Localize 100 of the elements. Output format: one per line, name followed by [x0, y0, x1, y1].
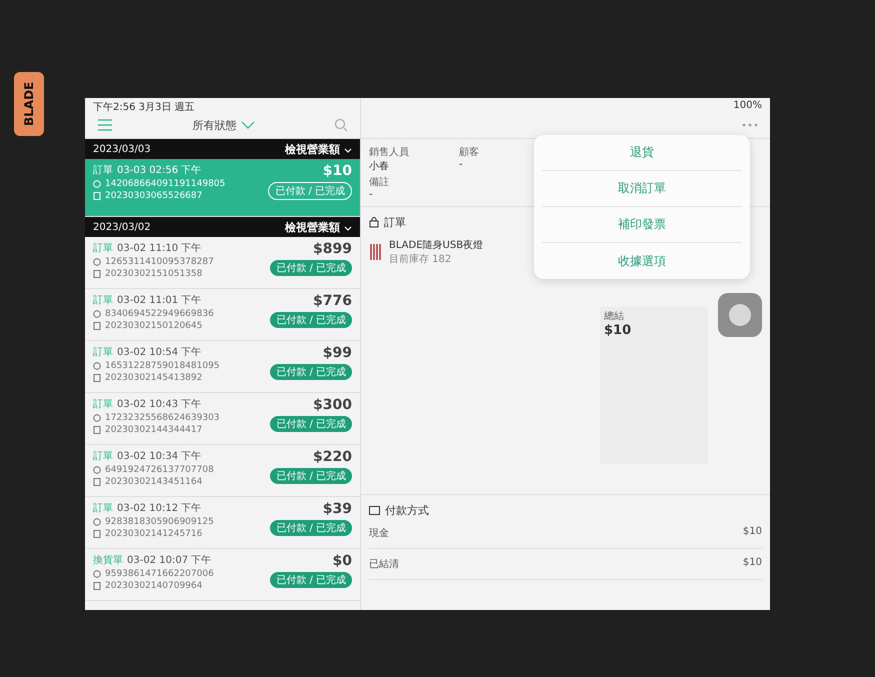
field-value: -	[459, 159, 464, 170]
id-icon	[93, 258, 101, 266]
receipt-icon	[93, 426, 101, 434]
invoice-number: 20230302143451164	[105, 477, 202, 487]
order-row[interactable]: 訂單 03-02 10:43 下午 17232325568624639303 20230302144344417 $300 已付款 / 已完成	[85, 393, 360, 445]
order-row[interactable]: 訂單 03-02 11:01 下午 8340694522949669836 20230302150120645 $776 已付款 / 已完成	[85, 289, 360, 341]
order-row[interactable]: 換貨單 03-02 10:07 下午 9593861471662207006 20230302140709964 $0 已付款 / 已完成	[85, 549, 360, 601]
order-amount: $300	[313, 397, 352, 413]
order-type: 換貨單	[93, 554, 123, 567]
order-type: 訂單	[93, 398, 113, 411]
brand-sticker: BLADE	[14, 72, 44, 136]
order-number: 6491924726137707708	[105, 465, 214, 475]
product-icon	[369, 242, 383, 262]
section-title: 訂單	[384, 215, 406, 230]
order-row[interactable]: 訂單 03-02 10:12 下午 9283818305906909125 20230302141245716 $39 已付款 / 已完成	[85, 497, 360, 549]
id-icon	[93, 310, 101, 318]
field-label: 銷售人員	[369, 146, 410, 159]
field-value: -	[369, 189, 374, 200]
battery-level: 100%	[733, 100, 762, 112]
search-icon[interactable]	[334, 118, 348, 132]
status-badge: 已付款 / 已完成	[270, 572, 352, 588]
order-amount: $99	[322, 345, 352, 361]
status-badge: 已付款 / 已完成	[270, 364, 352, 380]
revenue-button[interactable]: 檢視營業額	[285, 220, 352, 234]
receipt-icon	[93, 270, 101, 278]
order-amount: $776	[313, 293, 352, 309]
order-number: 9283818305906909125	[105, 517, 214, 527]
status-time: 下午2:56 3月3日 週五	[93, 101, 195, 112]
order-number: 16531228759018481095	[105, 361, 220, 371]
order-row[interactable]: 訂單 03-02 10:34 下午 6491924726137707708 20230302143451164 $220 已付款 / 已完成	[85, 445, 360, 497]
id-icon	[93, 180, 101, 188]
group-date: 2023/03/03	[93, 144, 151, 154]
order-time: 03-03 02:56 下午	[117, 164, 202, 177]
more-icon[interactable]	[742, 123, 758, 127]
order-amount: $39	[322, 501, 352, 517]
invoice-number: 20230302150120645	[105, 321, 202, 331]
status-badge: 已付款 / 已完成	[270, 520, 352, 536]
order-time: 03-02 10:34 下午	[117, 450, 202, 463]
receipt-icon	[93, 582, 101, 590]
id-icon	[93, 414, 101, 422]
chevron-icon	[344, 226, 352, 230]
order-number: 142068664091191149805	[105, 179, 226, 189]
order-number: 8340694522949669836	[105, 309, 214, 319]
order-type: 訂單	[93, 164, 113, 177]
receipt-icon	[93, 478, 101, 486]
order-type: 訂單	[93, 242, 113, 255]
order-type: 訂單	[93, 294, 113, 307]
field-label: 顧客	[459, 146, 480, 159]
id-icon	[93, 518, 101, 526]
order-time: 03-02 10:43 下午	[117, 398, 202, 411]
order-number: 17232325568624639303	[105, 413, 220, 423]
status-filter[interactable]: 所有狀態	[192, 118, 254, 132]
bag-icon	[369, 217, 379, 228]
payment-label: 現金	[369, 527, 389, 540]
order-time: 03-02 10:54 下午	[117, 346, 202, 359]
menu-icon[interactable]	[97, 119, 113, 131]
invoice-number: 20230302145413892	[105, 373, 202, 383]
group-date: 2023/03/02	[93, 222, 151, 232]
id-icon	[93, 362, 101, 370]
assistive-touch-icon[interactable]	[718, 293, 762, 337]
order-time: 03-02 11:10 下午	[117, 242, 202, 255]
status-badge: 已付款 / 已完成	[270, 312, 352, 328]
order-row[interactable]: 訂單 03-02 11:10 下午 1265311410095378287 20230302151051358 $899 已付款 / 已完成	[85, 237, 360, 289]
revenue-button[interactable]: 檢視營業額	[285, 142, 352, 156]
section-title: 付款方式	[385, 503, 429, 518]
order-number: 1265311410095378287	[105, 257, 214, 267]
payment-label: 已結清	[369, 558, 399, 571]
payment-amount: $10	[742, 526, 762, 539]
order-time: 03-02 11:01 下午	[117, 294, 202, 307]
order-type: 訂單	[93, 502, 113, 515]
payment-amount: $10	[742, 557, 762, 570]
summary-amount: $10	[604, 323, 632, 338]
receipt-icon	[93, 530, 101, 538]
invoice-number: 20230302144344417	[105, 425, 202, 435]
status-badge: 已付款 / 已完成	[270, 416, 352, 432]
invoice-number: 20230302140709964	[105, 581, 202, 591]
order-amount: $899	[313, 241, 352, 257]
order-number: 9593861471662207006	[105, 569, 214, 579]
id-icon	[93, 466, 101, 474]
order-amount: $220	[313, 449, 352, 465]
invoice-number: 20230302141245716	[105, 529, 202, 539]
id-icon	[93, 570, 101, 578]
receipt-icon	[93, 374, 101, 382]
product-name: BLADE隨身USB夜燈	[389, 238, 484, 252]
chevron-icon	[344, 148, 352, 152]
status-badge: 已付款 / 已完成	[270, 260, 352, 276]
order-amount: $0	[332, 553, 352, 569]
status-badge: 已付款 / 已完成	[268, 182, 352, 200]
summary-label: 總結	[604, 310, 625, 323]
invoice-number: 20230303065526687	[105, 191, 202, 201]
invoice-number: 20230302151051358	[105, 269, 202, 279]
field-label: 備註	[369, 176, 390, 189]
order-type: 訂單	[93, 450, 113, 463]
receipt-icon	[93, 322, 101, 330]
order-time: 03-02 10:12 下午	[117, 502, 202, 515]
order-row[interactable]: 訂單 03-02 10:54 下午 16531228759018481095 20230302145413892 $99 已付款 / 已完成	[85, 341, 360, 393]
order-type: 訂單	[93, 346, 113, 359]
order-amount: $10	[322, 163, 352, 179]
receipt-icon	[93, 192, 101, 200]
card-icon	[369, 506, 380, 515]
